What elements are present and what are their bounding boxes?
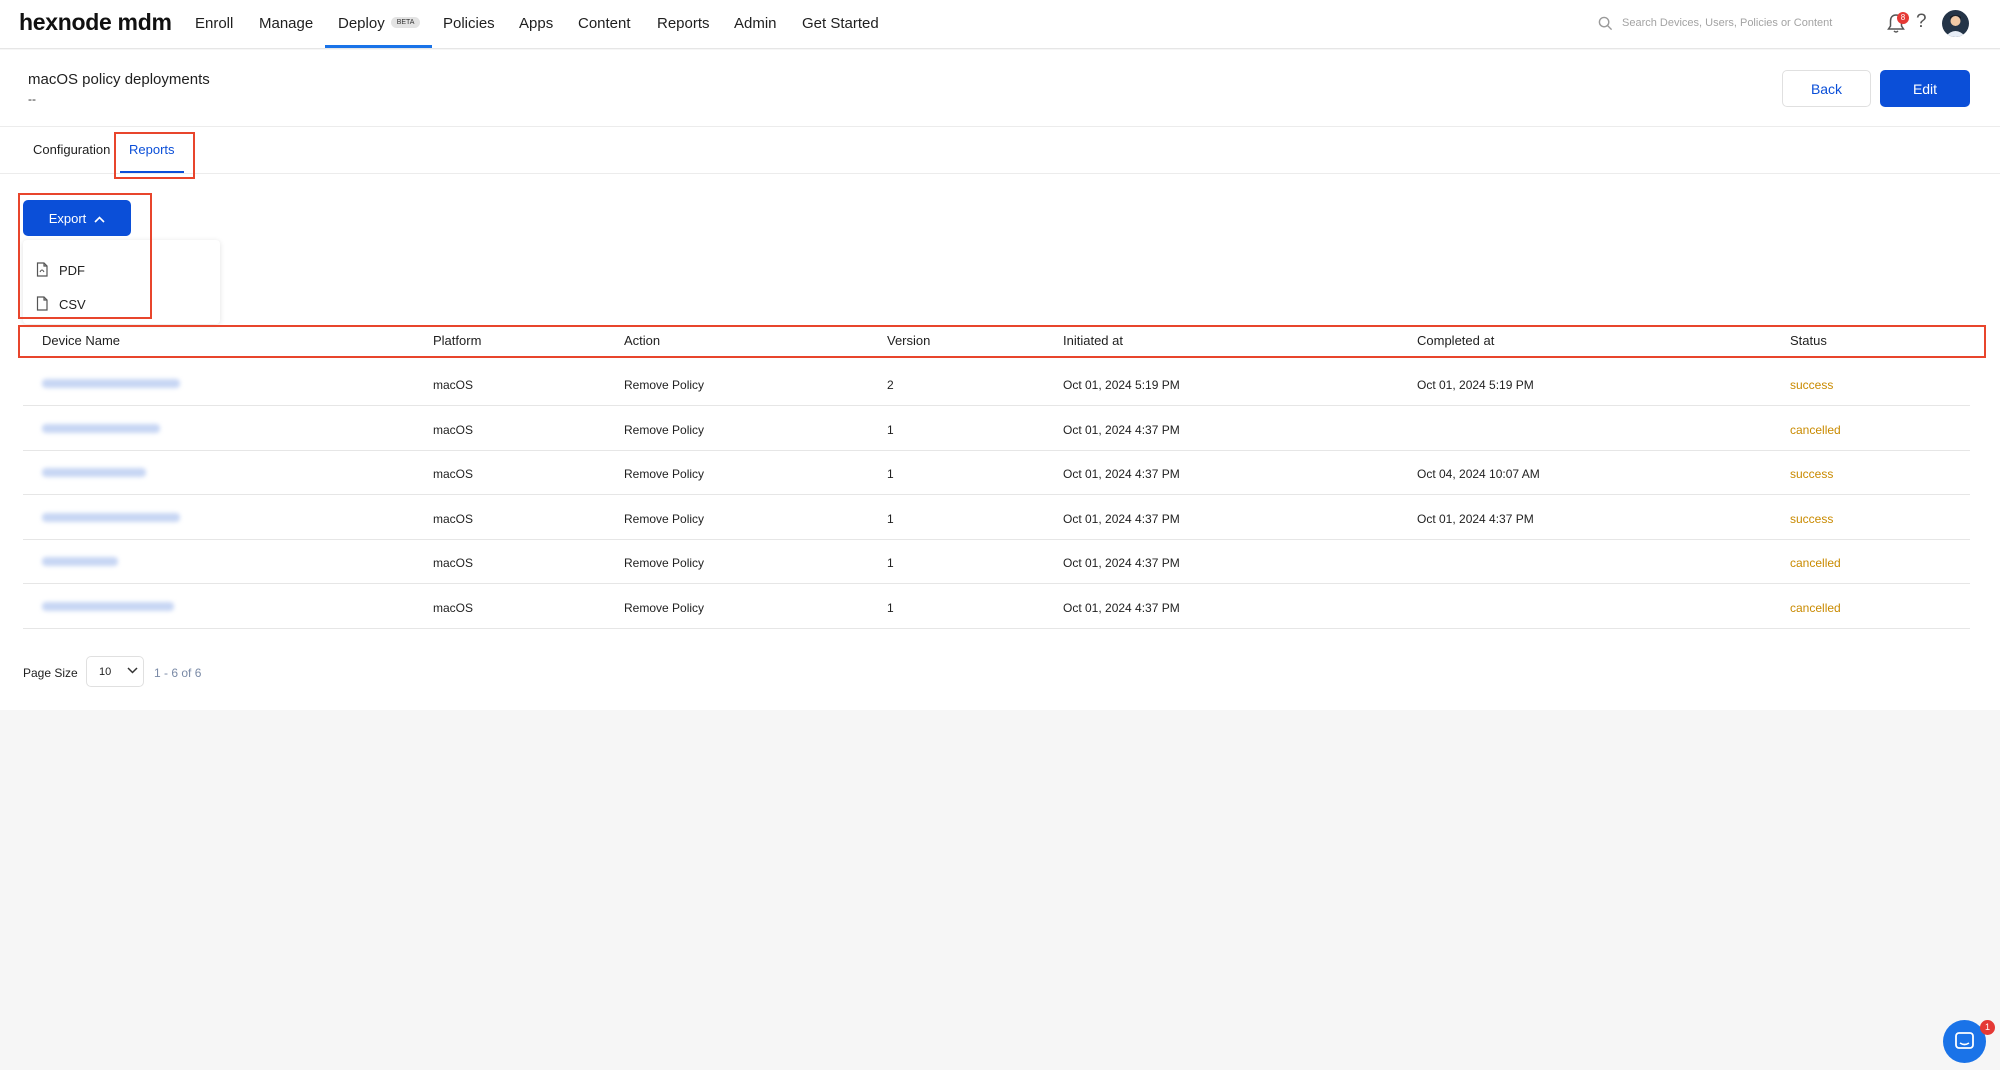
user-avatar[interactable] bbox=[1942, 10, 1969, 37]
tab-reports[interactable]: Reports bbox=[129, 142, 175, 157]
device-name-redacted[interactable] bbox=[42, 602, 174, 611]
row-action: Remove Policy bbox=[624, 378, 705, 392]
beta-badge: BETA bbox=[390, 16, 421, 28]
nav-manage[interactable]: Manage bbox=[259, 15, 313, 32]
pagination-range: 1 - 6 of 6 bbox=[154, 666, 202, 680]
row-completed-at: Oct 01, 2024 4:37 PM bbox=[1417, 512, 1534, 526]
table-row[interactable]: macOS Remove Policy 1 Oct 01, 2024 4:37 … bbox=[23, 496, 1970, 540]
device-name-redacted[interactable] bbox=[42, 468, 146, 477]
row-platform: macOS bbox=[433, 423, 474, 437]
pdf-option-label: PDF bbox=[59, 263, 85, 278]
page-size-select[interactable]: 10 bbox=[86, 656, 144, 687]
row-version: 1 bbox=[887, 556, 894, 570]
header-divider bbox=[0, 126, 2000, 127]
top-navigation: hexnode mdm Enroll Manage Deploy BETA Pol… bbox=[0, 0, 2000, 49]
page-description: -- bbox=[28, 92, 36, 106]
row-action: Remove Policy bbox=[624, 423, 705, 437]
device-name-redacted[interactable] bbox=[42, 513, 180, 522]
table-row[interactable]: macOS Remove Policy 1 Oct 01, 2024 4:37 … bbox=[23, 540, 1970, 584]
col-action[interactable]: Action bbox=[624, 333, 660, 348]
row-initiated-at: Oct 01, 2024 4:37 PM bbox=[1063, 423, 1180, 437]
row-completed-at: Oct 01, 2024 5:19 PM bbox=[1417, 378, 1534, 392]
row-version: 1 bbox=[887, 512, 894, 526]
notification-count-badge: 8 bbox=[1897, 12, 1909, 24]
col-status[interactable]: Status bbox=[1790, 333, 1827, 348]
status-badge: cancelled bbox=[1790, 556, 1841, 570]
device-name-redacted[interactable] bbox=[42, 424, 160, 433]
pdf-file-icon bbox=[36, 262, 48, 277]
row-platform: macOS bbox=[433, 467, 474, 481]
search-icon[interactable] bbox=[1598, 16, 1613, 31]
row-version: 2 bbox=[887, 378, 894, 392]
tab-configuration[interactable]: Configuration bbox=[33, 142, 110, 157]
global-search-input[interactable]: Search Devices, Users, Policies or Conte… bbox=[1622, 17, 1832, 29]
col-device-name[interactable]: Device Name bbox=[42, 333, 120, 348]
nav-deploy[interactable]: Deploy BETA bbox=[338, 15, 421, 32]
status-badge: cancelled bbox=[1790, 423, 1841, 437]
row-version: 1 bbox=[887, 423, 894, 437]
row-action: Remove Policy bbox=[624, 556, 705, 570]
table-row[interactable]: macOS Remove Policy 1 Oct 01, 2024 4:37 … bbox=[23, 451, 1970, 495]
page-size-label: Page Size bbox=[23, 666, 78, 680]
device-name-redacted[interactable] bbox=[42, 379, 180, 388]
csv-file-icon bbox=[36, 296, 48, 311]
nav-reports[interactable]: Reports bbox=[657, 15, 710, 32]
nav-apps[interactable]: Apps bbox=[519, 15, 553, 32]
nav-admin[interactable]: Admin bbox=[734, 15, 777, 32]
edit-button[interactable]: Edit bbox=[1880, 70, 1970, 107]
export-dropdown-menu: PDF CSV bbox=[23, 240, 220, 324]
row-platform: macOS bbox=[433, 378, 474, 392]
row-action: Remove Policy bbox=[624, 512, 705, 526]
row-completed-at: Oct 04, 2024 10:07 AM bbox=[1417, 467, 1540, 481]
chevron-up-icon bbox=[94, 215, 105, 223]
status-badge: success bbox=[1790, 512, 1834, 526]
hexnode-logo[interactable]: hexnode mdm bbox=[19, 9, 172, 36]
row-platform: macOS bbox=[433, 601, 474, 615]
row-initiated-at: Oct 01, 2024 4:37 PM bbox=[1063, 556, 1180, 570]
col-platform[interactable]: Platform bbox=[433, 333, 481, 348]
nav-policies[interactable]: Policies bbox=[443, 15, 495, 32]
table-row[interactable]: macOS Remove Policy 2 Oct 01, 2024 5:19 … bbox=[23, 362, 1970, 406]
export-button[interactable]: Export bbox=[23, 200, 131, 236]
col-completed-at[interactable]: Completed at bbox=[1417, 333, 1494, 348]
nav-get-started[interactable]: Get Started bbox=[802, 15, 879, 32]
back-button[interactable]: Back bbox=[1782, 70, 1871, 107]
csv-option-label: CSV bbox=[59, 297, 86, 312]
row-version: 1 bbox=[887, 467, 894, 481]
status-badge: cancelled bbox=[1790, 601, 1841, 615]
nav-enroll[interactable]: Enroll bbox=[195, 15, 233, 32]
row-action: Remove Policy bbox=[624, 467, 705, 481]
page-title: macOS policy deployments bbox=[28, 71, 210, 88]
nav-deploy-label: Deploy bbox=[338, 15, 385, 32]
help-icon[interactable]: ? bbox=[1916, 11, 1927, 33]
chat-unread-badge: 1 bbox=[1980, 1020, 1995, 1035]
nav-content[interactable]: Content bbox=[578, 15, 631, 32]
col-initiated-at[interactable]: Initiated at bbox=[1063, 333, 1123, 348]
chevron-down-icon bbox=[127, 667, 138, 674]
page-size-value: 10 bbox=[99, 666, 112, 678]
status-badge: success bbox=[1790, 467, 1834, 481]
row-initiated-at: Oct 01, 2024 4:37 PM bbox=[1063, 467, 1180, 481]
row-version: 1 bbox=[887, 601, 894, 615]
col-version[interactable]: Version bbox=[887, 333, 930, 348]
row-initiated-at: Oct 01, 2024 5:19 PM bbox=[1063, 378, 1180, 392]
row-platform: macOS bbox=[433, 556, 474, 570]
nav-active-indicator bbox=[325, 45, 432, 48]
row-platform: macOS bbox=[433, 512, 474, 526]
row-action: Remove Policy bbox=[624, 601, 705, 615]
row-initiated-at: Oct 01, 2024 4:37 PM bbox=[1063, 512, 1180, 526]
status-badge: success bbox=[1790, 378, 1834, 392]
export-label: Export bbox=[48, 210, 87, 226]
tabs-divider bbox=[0, 173, 2000, 174]
table-row[interactable]: macOS Remove Policy 1 Oct 01, 2024 4:37 … bbox=[23, 407, 1970, 451]
row-initiated-at: Oct 01, 2024 4:37 PM bbox=[1063, 601, 1180, 615]
device-name-redacted[interactable] bbox=[42, 557, 118, 566]
table-row[interactable]: macOS Remove Policy 1 Oct 01, 2024 4:37 … bbox=[23, 585, 1970, 629]
